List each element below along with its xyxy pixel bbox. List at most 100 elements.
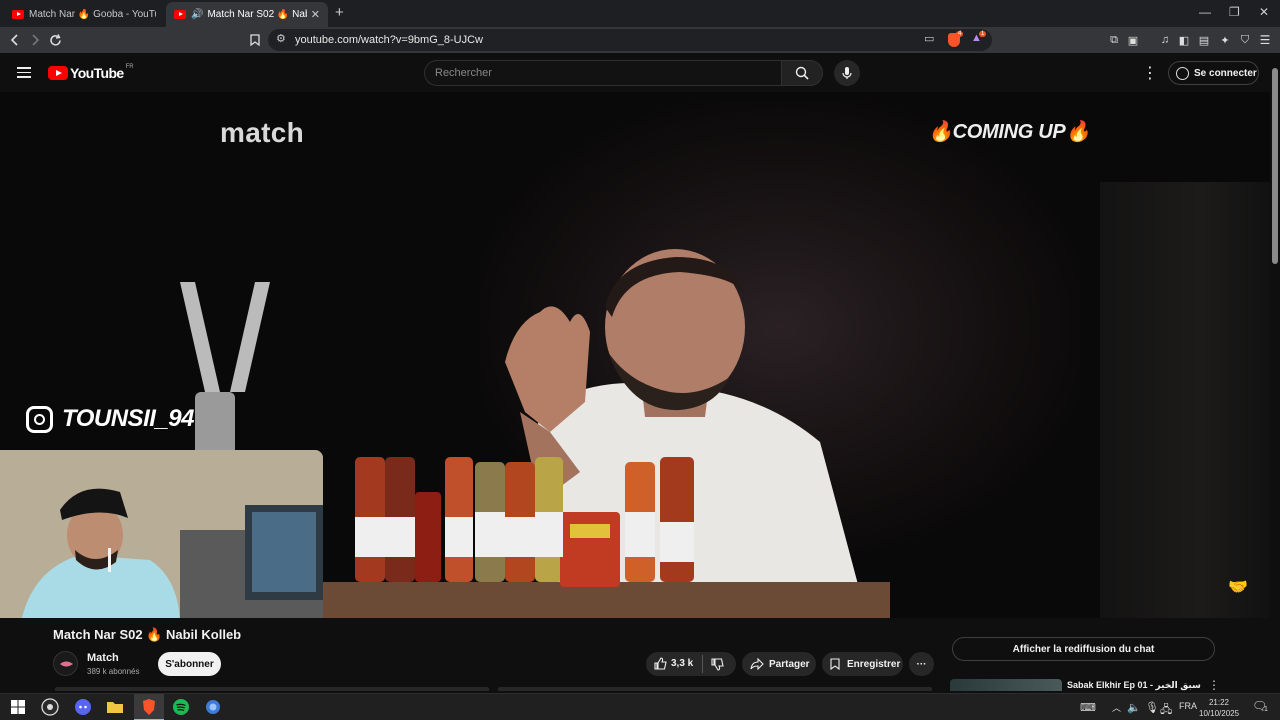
signin-button[interactable]: Se connecter xyxy=(1168,61,1259,85)
app-orb-icon[interactable] xyxy=(204,698,222,716)
youtube-favicon-icon xyxy=(12,10,24,19)
search-button[interactable] xyxy=(781,60,823,86)
screenshot-icon[interactable]: ▣ xyxy=(1124,31,1142,49)
tab-title: Match Nar 🔥 Gooba - YouTube xyxy=(29,9,156,20)
dislike-button[interactable] xyxy=(711,658,724,674)
search-icon xyxy=(795,66,809,80)
bookmark-icon[interactable] xyxy=(246,31,264,49)
signin-label: Se connecter xyxy=(1194,67,1257,79)
music-icon[interactable]: ♫ xyxy=(1156,31,1174,49)
leo-ai-icon[interactable]: ✦ xyxy=(1216,31,1234,49)
clock[interactable]: 21:22 10/10/2025 xyxy=(1199,697,1239,719)
site-settings-icon[interactable]: ⚙ xyxy=(276,32,286,45)
search-box[interactable] xyxy=(424,60,781,86)
share-label: Partager xyxy=(769,658,810,670)
recommended-title[interactable]: Sabak Elkhir Ep 01 - سبق الخير xyxy=(1067,680,1201,691)
guide-menu-icon[interactable] xyxy=(17,67,31,78)
network-icon[interactable]: 🖧 xyxy=(1160,701,1172,720)
menu-icon[interactable]: ☰ xyxy=(1256,31,1274,49)
account-icon xyxy=(1176,66,1189,80)
minimize-button[interactable]: — xyxy=(1199,5,1211,19)
subscribe-button[interactable]: S'abonner xyxy=(158,652,221,676)
youtube-header: YouTube FR ⋮ Se connecter xyxy=(0,53,1280,92)
more-actions-button[interactable]: ··· xyxy=(909,652,934,676)
speaker-icon[interactable]: 🔊 xyxy=(191,9,203,20)
channel-name[interactable]: Match xyxy=(87,652,119,664)
reload-icon[interactable] xyxy=(46,31,64,49)
new-tab-button[interactable]: + xyxy=(335,4,344,21)
youtube-logo[interactable]: YouTube FR xyxy=(48,64,134,81)
discord-app-icon[interactable] xyxy=(74,698,92,716)
close-window-button[interactable]: ✕ xyxy=(1259,5,1269,19)
instagram-icon xyxy=(26,405,53,433)
save-button[interactable]: Enregistrer xyxy=(822,652,903,676)
country-code: FR xyxy=(125,64,134,70)
vpn-icon[interactable]: ⛉ xyxy=(1236,31,1254,49)
notification-count: 1 xyxy=(1264,706,1268,713)
search-input[interactable] xyxy=(425,61,781,85)
browser-tab-active[interactable]: 🔊 Match Nar S02 🔥 Nabil Kolleb ✕ xyxy=(166,2,328,27)
like-dislike-group: 3,3 k xyxy=(646,652,736,676)
browser-toolbar: ⚙ youtube.com/watch?v=9bmG_8-UJCw ▭ 4 ▲ … xyxy=(0,27,1280,53)
keyboard-icon[interactable]: ⌨ xyxy=(1080,701,1096,714)
channel-watermark: match xyxy=(220,117,304,148)
scrollbar-thumb[interactable] xyxy=(1272,68,1278,264)
brave-browser-icon[interactable] xyxy=(140,698,158,716)
windows-start-icon[interactable] xyxy=(9,698,27,716)
instagram-handle-overlay: TOUNSII_94 xyxy=(26,405,194,433)
microphone-icon xyxy=(842,67,852,79)
voice-search-button[interactable] xyxy=(834,60,860,86)
restore-button[interactable]: ❐ xyxy=(1229,5,1240,19)
thumbs-down-icon xyxy=(711,658,724,671)
extensions-icon[interactable]: ⧉ xyxy=(1105,31,1123,49)
shields-badge: 4 xyxy=(956,31,964,37)
windows-taskbar: ⌨ ︿ 🔈 🎙 🖧 FRA 21:22 10/10/2025 🗨 1 xyxy=(0,693,1280,720)
page-scrollbar[interactable] xyxy=(1270,62,1280,691)
channel-avatar[interactable] xyxy=(53,651,78,676)
description-placeholder xyxy=(55,687,489,691)
like-count[interactable]: 3,3 k xyxy=(671,658,693,669)
spotify-icon[interactable] xyxy=(172,698,190,716)
tab-title: Match Nar S02 🔥 Nabil Kolleb xyxy=(207,9,306,20)
microphone-tray-icon[interactable]: 🎙 xyxy=(1145,701,1159,714)
video-title: Match Nar S02 🔥 Nabil Kolleb xyxy=(53,627,242,642)
chrome-like-app-icon[interactable] xyxy=(41,698,59,716)
url-text[interactable]: youtube.com/watch?v=9bmG_8-UJCw xyxy=(295,34,483,46)
youtube-play-icon xyxy=(48,66,68,80)
share-icon xyxy=(750,658,764,670)
video-player[interactable]: match 🔥COMING UP🔥 TOUNSII_94 🤝 xyxy=(0,92,1270,618)
save-icon xyxy=(830,658,840,670)
recommended-thumbnail[interactable] xyxy=(950,679,1062,691)
address-bar[interactable]: ⚙ youtube.com/watch?v=9bmG_8-UJCw ▭ 4 ▲ … xyxy=(268,29,992,51)
forward-icon[interactable] xyxy=(26,31,44,49)
thumbs-up-icon xyxy=(654,657,667,670)
show-chat-replay-button[interactable]: Afficher la rediffusion du chat xyxy=(952,637,1215,661)
cast-icon[interactable]: ▭ xyxy=(924,32,934,45)
recommended-menu-icon[interactable]: ⋮ xyxy=(1208,678,1220,692)
clock-date: 10/10/2025 xyxy=(1199,709,1240,718)
coming-up-overlay: 🔥COMING UP🔥 xyxy=(928,121,1091,143)
clock-time: 21:22 xyxy=(1208,698,1230,707)
streamer-handle: TOUNSII_94 xyxy=(62,405,194,432)
back-icon[interactable] xyxy=(6,31,24,49)
save-label: Enregistrer xyxy=(847,658,901,670)
sidebar-icon[interactable]: ◧ xyxy=(1175,31,1193,49)
tab-close-icon[interactable]: ✕ xyxy=(311,8,320,21)
wallet-icon[interactable]: ▤ xyxy=(1195,31,1213,49)
youtube-favicon-icon xyxy=(174,10,186,19)
settings-kebab-icon[interactable]: ⋮ xyxy=(1142,63,1158,83)
streamer-webcam xyxy=(0,450,323,618)
tray-overflow-icon[interactable]: ︿ xyxy=(1112,701,1121,714)
channel-logo-watermark-icon: 🤝 xyxy=(1228,579,1248,596)
rewards-badge: 1 xyxy=(979,31,987,37)
share-button[interactable]: Partager xyxy=(742,652,816,676)
youtube-wordmark: YouTube xyxy=(70,65,124,81)
language-indicator[interactable]: FRA xyxy=(1179,701,1197,711)
browser-tab[interactable]: Match Nar 🔥 Gooba - YouTube xyxy=(4,2,164,27)
volume-icon[interactable]: 🔈 xyxy=(1127,701,1141,714)
like-divider xyxy=(702,655,703,673)
like-button[interactable] xyxy=(654,657,667,673)
subscriber-count: 389 k abonnés xyxy=(87,667,140,676)
comments-placeholder xyxy=(498,687,932,691)
file-explorer-icon[interactable] xyxy=(106,698,124,716)
